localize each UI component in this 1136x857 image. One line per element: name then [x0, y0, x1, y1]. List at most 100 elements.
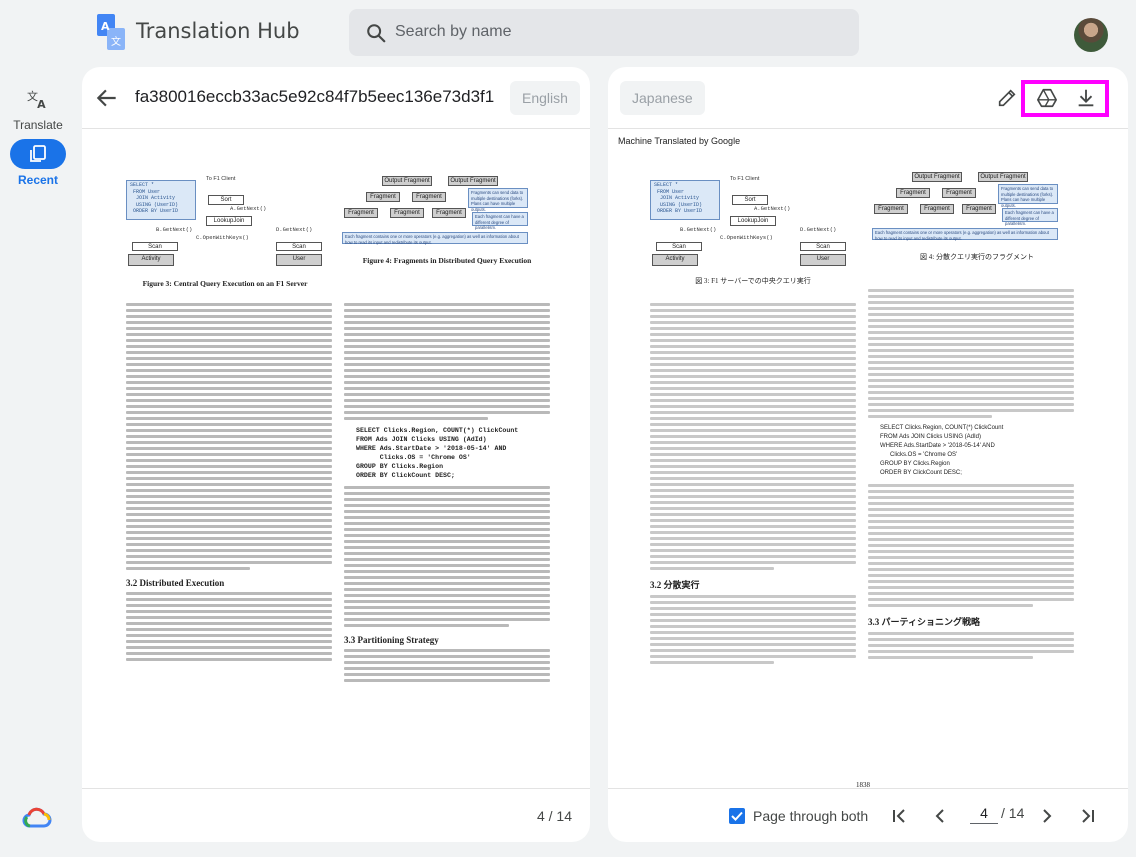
- back-arrow-icon[interactable]: [94, 85, 120, 111]
- google-cloud-icon: [22, 807, 52, 828]
- fig4-note-parallelism-translated: Each fragment can have a different degre…: [1002, 208, 1058, 226]
- source-page-count: 4 / 14: [536, 808, 572, 824]
- fig4-fragment-e: Fragment: [432, 208, 466, 218]
- fig3-to-client-translated: To F1 Client: [730, 176, 760, 182]
- translated-document-panel: Japanese Machine Translated by Google SE…: [608, 67, 1128, 842]
- last-page-icon[interactable]: [1078, 807, 1096, 825]
- figure-4-diagram: Output Fragment Output Fragment Fragment…: [342, 176, 552, 256]
- section-3-2-heading-translated: 3.2 分散実行: [650, 580, 700, 590]
- nav-translate-label: Translate: [13, 118, 63, 132]
- section-3-2-heading: 3.2 Distributed Execution: [126, 578, 225, 588]
- figure-3-diagram-translated: SELECT * FROM User JOIN Activity USING (…: [650, 176, 856, 276]
- download-icon[interactable]: [1075, 87, 1097, 109]
- fig3-user: User: [276, 254, 322, 266]
- source-text-column-left: 3.2 Distributed Execution: [126, 300, 332, 664]
- fig4-fragment-c-translated: Fragment: [874, 204, 908, 214]
- fig3-scan-right-translated: Scan: [800, 242, 846, 251]
- app-title: Translation Hub: [136, 19, 300, 43]
- target-language-chip: Japanese: [620, 81, 705, 115]
- search-bar[interactable]: Search by name: [349, 9, 859, 56]
- fig3-c-open-translated: C.OpenWithKeys(): [720, 234, 773, 241]
- fig3-d-getnext: D.GetNext(): [276, 226, 313, 233]
- fig3-scan-left: Scan: [132, 242, 178, 251]
- page-through-both-checkbox[interactable]: [729, 808, 745, 824]
- translated-panel-footer: Page through both 4 / 14: [608, 788, 1128, 842]
- fig3-b-getnext: B.GetNext(): [156, 226, 193, 233]
- fig3-user-translated: User: [800, 254, 846, 266]
- figure-3-caption-translated: 図 3: F1 サーバーでの中央クエリ実行: [695, 277, 811, 285]
- app-header: A 文 Translation Hub Search by name: [0, 0, 1136, 66]
- nav-recent[interactable]: Recent: [0, 139, 76, 187]
- fig3-a-getnext-translated: A.GetNext(): [754, 205, 791, 212]
- fig4-output-fragment-1-translated: Output Fragment: [912, 172, 962, 182]
- total-pages-label: / 14: [1001, 805, 1025, 821]
- fig4-note-operators: Each fragment contains one or more opera…: [342, 232, 528, 245]
- fig4-fragment-d-translated: Fragment: [920, 204, 954, 214]
- sql-query-code: SELECT Clicks.Region, COUNT(*) ClickCoun…: [356, 427, 519, 479]
- current-page-input[interactable]: 4: [970, 805, 998, 824]
- figure-3-caption: Figure 3: Central Query Execution on an …: [142, 279, 308, 288]
- fig4-fragment-a: Fragment: [366, 192, 400, 202]
- checkmark-icon: [731, 811, 743, 821]
- next-page-icon[interactable]: [1038, 807, 1056, 825]
- svg-text:A: A: [37, 98, 46, 110]
- translation-hub-logo: A 文: [97, 14, 125, 50]
- section-3-3-heading: 3.3 Partitioning Strategy: [344, 635, 439, 645]
- source-document-panel: fa380016eccb33ac5e92c84f7b5eec136e73d3f1…: [82, 67, 590, 842]
- fig4-note-parallelism: Each fragment can have a different degre…: [472, 212, 528, 230]
- nav-translate[interactable]: 文 A Translate: [0, 84, 76, 132]
- fig3-d-getnext-translated: D.GetNext(): [800, 226, 837, 233]
- previous-page-icon[interactable]: [931, 807, 949, 825]
- nav-translate-icon-wrap: 文 A: [10, 84, 66, 114]
- edit-pencil-icon[interactable]: [996, 87, 1018, 109]
- fig3-activity: Activity: [128, 254, 174, 266]
- translated-text-column-left: 3.2 分散実行: [650, 300, 856, 667]
- fig4-fragment-b: Fragment: [412, 192, 446, 202]
- translate-icon: 文 A: [27, 89, 46, 110]
- recent-documents-icon: [30, 145, 46, 162]
- translated-document-page: Machine Translated by Google SELECT * FR…: [608, 130, 1128, 788]
- source-text-column-right: SELECT Clicks.Region, COUNT(*) ClickCoun…: [344, 300, 550, 685]
- translated-paper: Machine Translated by Google SELECT * FR…: [618, 136, 1118, 788]
- document-title: fa380016eccb33ac5e92c84f7b5eec136e73d3f1…: [135, 87, 495, 106]
- source-document-page: SELECT * FROM User JOIN Activity USING (…: [82, 130, 590, 788]
- figure-4-caption-translated: 図 4: 分散クエリ実行のフラグメント: [920, 253, 1034, 261]
- fig4-fragment-d: Fragment: [390, 208, 424, 218]
- fig3-scan-right: Scan: [276, 242, 322, 251]
- first-page-icon[interactable]: [891, 807, 909, 825]
- figure-3-diagram: SELECT * FROM User JOIN Activity USING (…: [126, 176, 332, 276]
- fig3-activity-translated: Activity: [652, 254, 698, 266]
- fig3-c-open: C.OpenWithKeys(): [196, 234, 249, 241]
- fig3-a-getnext: A.GetNext(): [230, 205, 267, 212]
- fig3-sql-box-translated: SELECT * FROM User JOIN Activity USING (…: [650, 180, 720, 220]
- search-icon: [367, 24, 386, 43]
- fig4-fragment-c: Fragment: [344, 208, 378, 218]
- fig4-fragment-b-translated: Fragment: [942, 188, 976, 198]
- fig3-sort: Sort: [208, 195, 244, 205]
- sql-query-code-translated: SELECT Clicks.Region, COUNT(*) ClickCoun…: [880, 425, 1004, 476]
- figure-4-diagram-translated: Output Fragment Output Fragment Fragment…: [872, 172, 1082, 252]
- fig4-output-fragment-1: Output Fragment: [382, 176, 432, 186]
- translated-text-column-right: SELECT Clicks.Region, COUNT(*) ClickCoun…: [868, 286, 1074, 662]
- nav-recent-icon-wrap: [10, 139, 66, 169]
- fig4-output-fragment-2: Output Fragment: [448, 176, 498, 186]
- fig3-sort-translated: Sort: [732, 195, 768, 205]
- figure-4-caption: Figure 4: Fragments in Distributed Query…: [362, 256, 532, 265]
- fig4-note-operators-translated: Each fragment contains one or more opera…: [872, 228, 1058, 241]
- nav-recent-label: Recent: [17, 173, 58, 187]
- source-panel-footer: 4 / 14: [82, 788, 590, 842]
- google-drive-icon[interactable]: [1036, 87, 1058, 109]
- fig3-sql-box: SELECT * FROM User JOIN Activity USING (…: [126, 180, 196, 220]
- source-panel-header: fa380016eccb33ac5e92c84f7b5eec136e73d3f1…: [82, 67, 590, 129]
- page-through-both-label: Page through both: [753, 808, 869, 824]
- svg-text:A: A: [101, 20, 110, 33]
- fig3-b-getnext-translated: B.GetNext(): [680, 226, 717, 233]
- fig4-fragment-e-translated: Fragment: [962, 204, 996, 214]
- translated-page-number: 1838: [856, 781, 870, 788]
- fig4-note-forks: Fragments can send data to multiple dest…: [468, 188, 528, 212]
- fig3-lookupjoin: LookupJoin: [206, 216, 252, 226]
- search-placeholder: Search by name: [395, 23, 512, 40]
- user-avatar[interactable]: [1074, 18, 1108, 52]
- fig4-fragment-a-translated: Fragment: [896, 188, 930, 198]
- svg-text:文: 文: [111, 35, 121, 48]
